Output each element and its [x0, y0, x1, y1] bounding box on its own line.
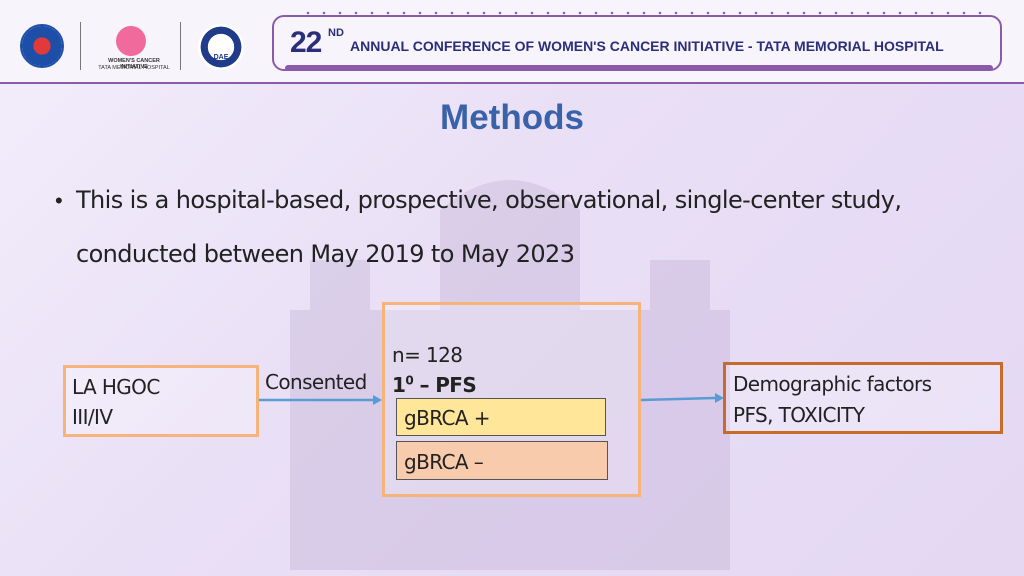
consented-label: Consented — [265, 370, 367, 394]
wci-logo-icon — [116, 26, 146, 56]
dae-logo-label: DAE — [213, 53, 229, 61]
banner-edition-suffix: ND — [328, 27, 344, 39]
header-divider — [80, 22, 81, 70]
tmh-logo-icon — [20, 24, 64, 68]
arrow-right-icon — [641, 393, 724, 403]
bullet-icon: • — [55, 188, 63, 213]
bullet-text-line2: conducted between May 2019 to May 2023 — [76, 240, 575, 268]
primary-endpoint: 10 – PFS — [392, 373, 477, 397]
bullet-text-line1: This is a hospital-based, prospective, o… — [76, 186, 902, 214]
header-divider — [180, 22, 181, 70]
gbrca-positive-label: gBRCA + — [404, 406, 490, 430]
population-line2: III/IV — [72, 405, 113, 429]
header-bar: WOMEN'S CANCER INITIATIVE TATA MEMORIAL … — [0, 0, 1024, 84]
outcomes-line2: PFS, TOXICITY — [733, 403, 865, 427]
dae-logo-icon: DAE — [198, 24, 244, 70]
banner-title: ANNUAL CONFERENCE OF WOMEN'S CANCER INIT… — [350, 38, 944, 54]
wci-logo-subname: TATA MEMORIAL HOSPITAL — [98, 65, 170, 71]
cohort-size: n= 128 — [392, 343, 463, 367]
banner-underline — [285, 65, 993, 71]
banner-edition-number: 22 — [290, 26, 322, 59]
slide-title: Methods — [440, 98, 584, 137]
population-line1: LA HGOC — [72, 375, 160, 399]
arrow-right-icon — [259, 395, 382, 405]
gbrca-negative-label: gBRCA – — [404, 450, 484, 474]
banner-dots-decoration — [300, 11, 990, 15]
outcomes-line1: Demographic factors — [733, 372, 932, 396]
